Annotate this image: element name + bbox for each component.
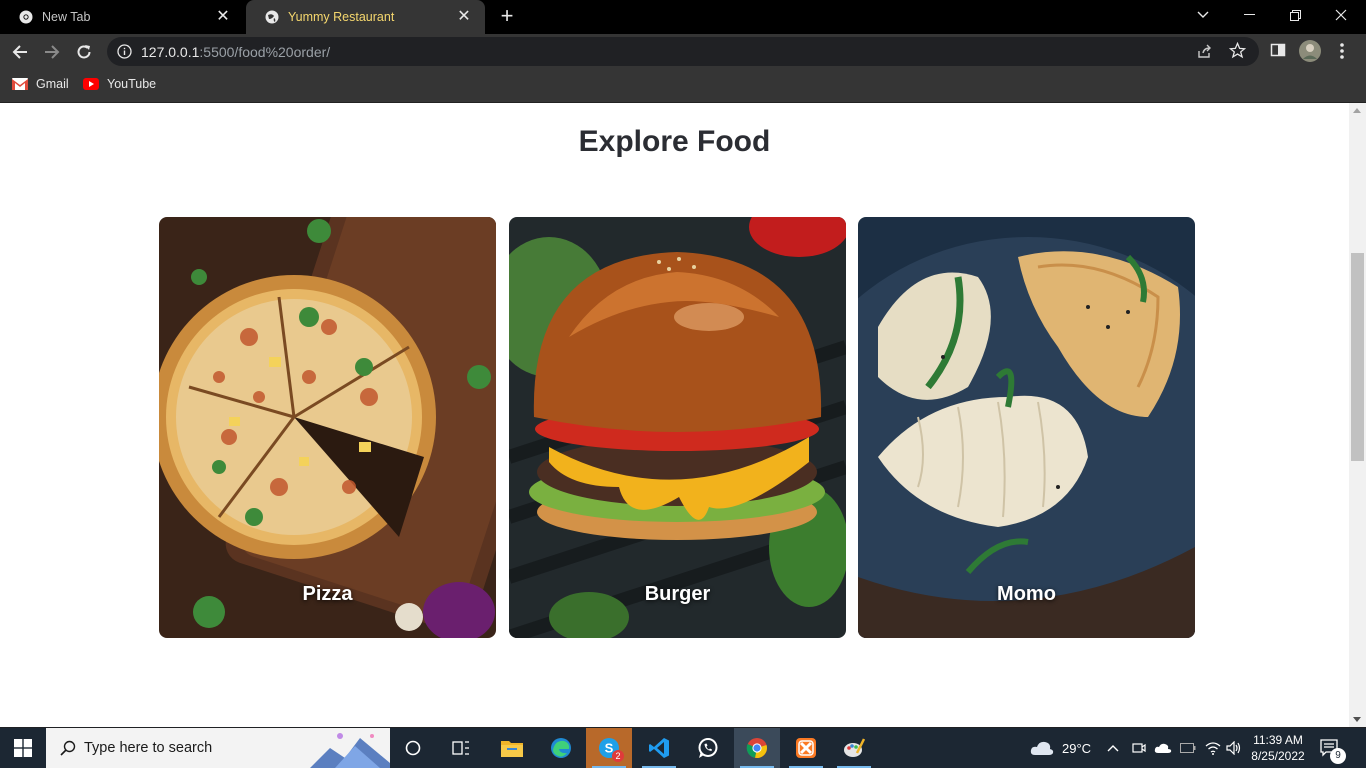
tab-search-chevron-icon[interactable] [1180, 0, 1226, 30]
edge-icon[interactable] [538, 728, 584, 768]
reload-icon[interactable] [70, 38, 98, 66]
tab-close-icon[interactable]: ✕ [214, 8, 232, 26]
restore-icon[interactable] [1272, 0, 1318, 30]
search-placeholder: Type here to search [84, 740, 213, 756]
food-card-burger[interactable]: Burger [509, 217, 846, 638]
cortana-icon[interactable] [390, 728, 436, 768]
notification-badge: 9 [1330, 748, 1346, 764]
tab-yummy-restaurant[interactable]: Yummy Restaurant ✕ [246, 0, 485, 34]
search-highlight-art [310, 733, 390, 768]
notification-center-icon[interactable]: 9 [1320, 728, 1346, 768]
taskbar-search-box[interactable]: Type here to search [46, 728, 390, 768]
page-scrollbar[interactable] [1349, 103, 1366, 727]
skype-icon[interactable]: S 2 [586, 728, 632, 768]
scroll-thumb[interactable] [1351, 253, 1364, 461]
meet-now-icon[interactable] [1132, 728, 1146, 768]
site-info-icon[interactable] [117, 44, 132, 64]
scroll-down-arrow-icon[interactable] [1353, 717, 1361, 722]
task-view-icon[interactable] [438, 728, 484, 768]
bookmark-youtube[interactable]: YouTube [83, 77, 156, 91]
windows-logo-icon [14, 739, 32, 757]
onedrive-icon[interactable] [1154, 728, 1172, 768]
globe-icon [264, 9, 280, 25]
tab-title: Yummy Restaurant [288, 10, 395, 24]
url-text: 127.0.0.1:5500/food%20order/ [141, 44, 330, 60]
cloud-icon [1030, 741, 1054, 755]
tab-title: New Tab [42, 10, 91, 24]
weather-widget[interactable]: 29°C [1030, 728, 1091, 768]
file-explorer-icon[interactable] [489, 728, 535, 768]
url-host: 127.0.0.1 [141, 44, 200, 60]
close-window-icon[interactable] [1318, 0, 1364, 30]
wifi-icon[interactable] [1205, 728, 1221, 768]
back-icon[interactable] [6, 38, 34, 66]
tab-strip: New Tab ✕ Yummy Restaurant ✕ + [0, 0, 1366, 34]
chrome-icon [18, 9, 34, 25]
clock-time: 11:39 AM [1253, 733, 1303, 747]
bookmark-star-icon[interactable] [1228, 41, 1247, 64]
pizza-image [159, 217, 496, 638]
whatsapp-icon[interactable] [685, 728, 731, 768]
volume-icon[interactable] [1226, 728, 1242, 768]
skype-badge: 2 [612, 750, 624, 762]
side-panel-icon[interactable] [1270, 42, 1286, 63]
burger-image [509, 217, 846, 638]
new-tab-button[interactable]: + [496, 5, 518, 28]
section-title: Explore Food [578, 125, 771, 158]
weather-temp: 29°C [1062, 740, 1092, 756]
food-card-pizza[interactable]: Pizza [159, 217, 496, 638]
windows-taskbar: Type here to search S 2 29°C 11:39 AM 8/… [0, 728, 1366, 768]
tab-close-icon[interactable]: ✕ [455, 8, 473, 26]
share-icon[interactable] [1197, 43, 1213, 64]
bookmark-gmail[interactable]: Gmail [12, 77, 69, 91]
address-bar[interactable]: 127.0.0.1:5500/food%20order/ [107, 37, 1259, 66]
bookmark-label: Gmail [36, 77, 69, 91]
start-button[interactable] [0, 728, 46, 768]
page-viewport: Explore Food Pizza Burger Momo [0, 103, 1349, 727]
chrome-taskbar-icon[interactable] [734, 728, 780, 768]
xampp-icon[interactable] [783, 728, 829, 768]
bookmark-label: YouTube [107, 77, 157, 91]
minimize-icon[interactable] [1226, 0, 1272, 30]
gmail-icon [12, 78, 28, 90]
food-name: Momo [997, 583, 1056, 605]
tray-overflow-chevron-icon[interactable] [1107, 728, 1119, 768]
url-path: :5500/food%20order/ [199, 44, 331, 60]
vscode-icon[interactable] [636, 728, 682, 768]
search-icon [60, 740, 76, 756]
taskbar-clock[interactable]: 11:39 AM 8/25/2022 [1244, 732, 1312, 764]
youtube-icon [83, 78, 99, 90]
paint-icon[interactable] [831, 728, 877, 768]
bookmarks-bar: Gmail YouTube [0, 70, 1366, 103]
food-name: Pizza [302, 583, 353, 605]
browser-toolbar: 127.0.0.1:5500/food%20order/ [0, 34, 1366, 70]
tab-new-tab[interactable]: New Tab ✕ [0, 0, 244, 34]
scroll-up-arrow-icon[interactable] [1353, 108, 1361, 113]
battery-icon[interactable] [1180, 728, 1196, 768]
profile-avatar[interactable] [1299, 40, 1321, 67]
forward-icon[interactable] [38, 38, 66, 66]
menu-icon[interactable] [1340, 43, 1344, 64]
food-card-momo[interactable]: Momo [858, 217, 1195, 638]
clock-date: 8/25/2022 [1251, 749, 1305, 763]
food-name: Burger [644, 583, 711, 605]
momo-image [858, 217, 1195, 638]
